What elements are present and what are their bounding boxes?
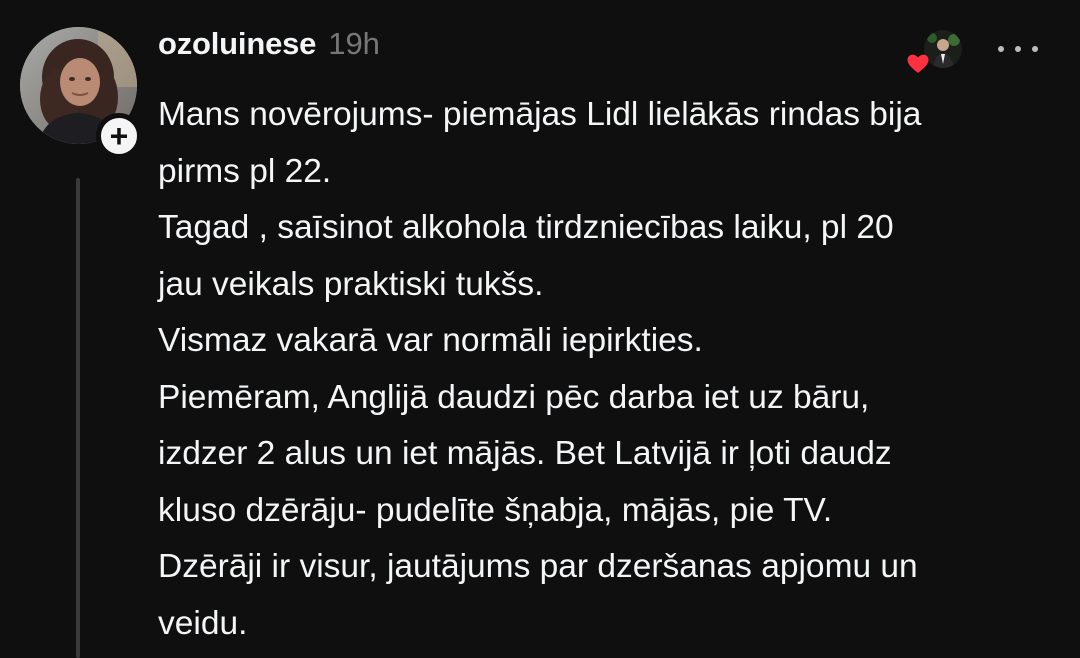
more-dot: [998, 46, 1004, 52]
post-body-line: jau veikals praktiski tukšs.: [158, 265, 544, 303]
post-body-line: veidu.: [158, 604, 248, 642]
thread-post: + ozoluinese 19h Mans novērojums- piemāj…: [0, 0, 1080, 658]
heart-icon: [907, 54, 929, 73]
post-body-line: kluso dzērāju- pudelīte šņabja, mājās, p…: [158, 491, 833, 529]
follow-plus-icon[interactable]: +: [96, 113, 142, 159]
thread-line: [76, 178, 80, 658]
post-body: Mans novērojums- piemājas Lidl lielākās …: [158, 87, 1058, 652]
username[interactable]: ozoluinese: [158, 26, 316, 62]
author-avatar-container: +: [20, 27, 142, 159]
post-body-line: Mans novērojums- piemājas Lidl lielākās …: [158, 96, 922, 133]
likers-preview[interactable]: [906, 30, 962, 78]
post-body-line: Piemēram, Anglijā daudzi pēc darba iet u…: [158, 378, 870, 416]
post-body-line: Dzērāji ir visur, jautājums par dzeršana…: [158, 548, 918, 585]
timestamp: 19h: [328, 26, 380, 61]
post-body-line: izdzer 2 alus un iet mājās. Bet Latvijā …: [158, 435, 892, 472]
post-header: ozoluinese 19h: [158, 26, 380, 74]
more-dot: [1032, 46, 1038, 52]
more-dot: [1015, 46, 1021, 52]
post-body-line: Tagad , saīsinot alkohola tirdzniecības …: [158, 209, 894, 246]
post-body-line: Vismaz vakarā var normāli iepirkties.: [158, 322, 703, 359]
post-body-line: pirms pl 22.: [158, 152, 332, 190]
more-options-icon[interactable]: [998, 34, 1038, 64]
